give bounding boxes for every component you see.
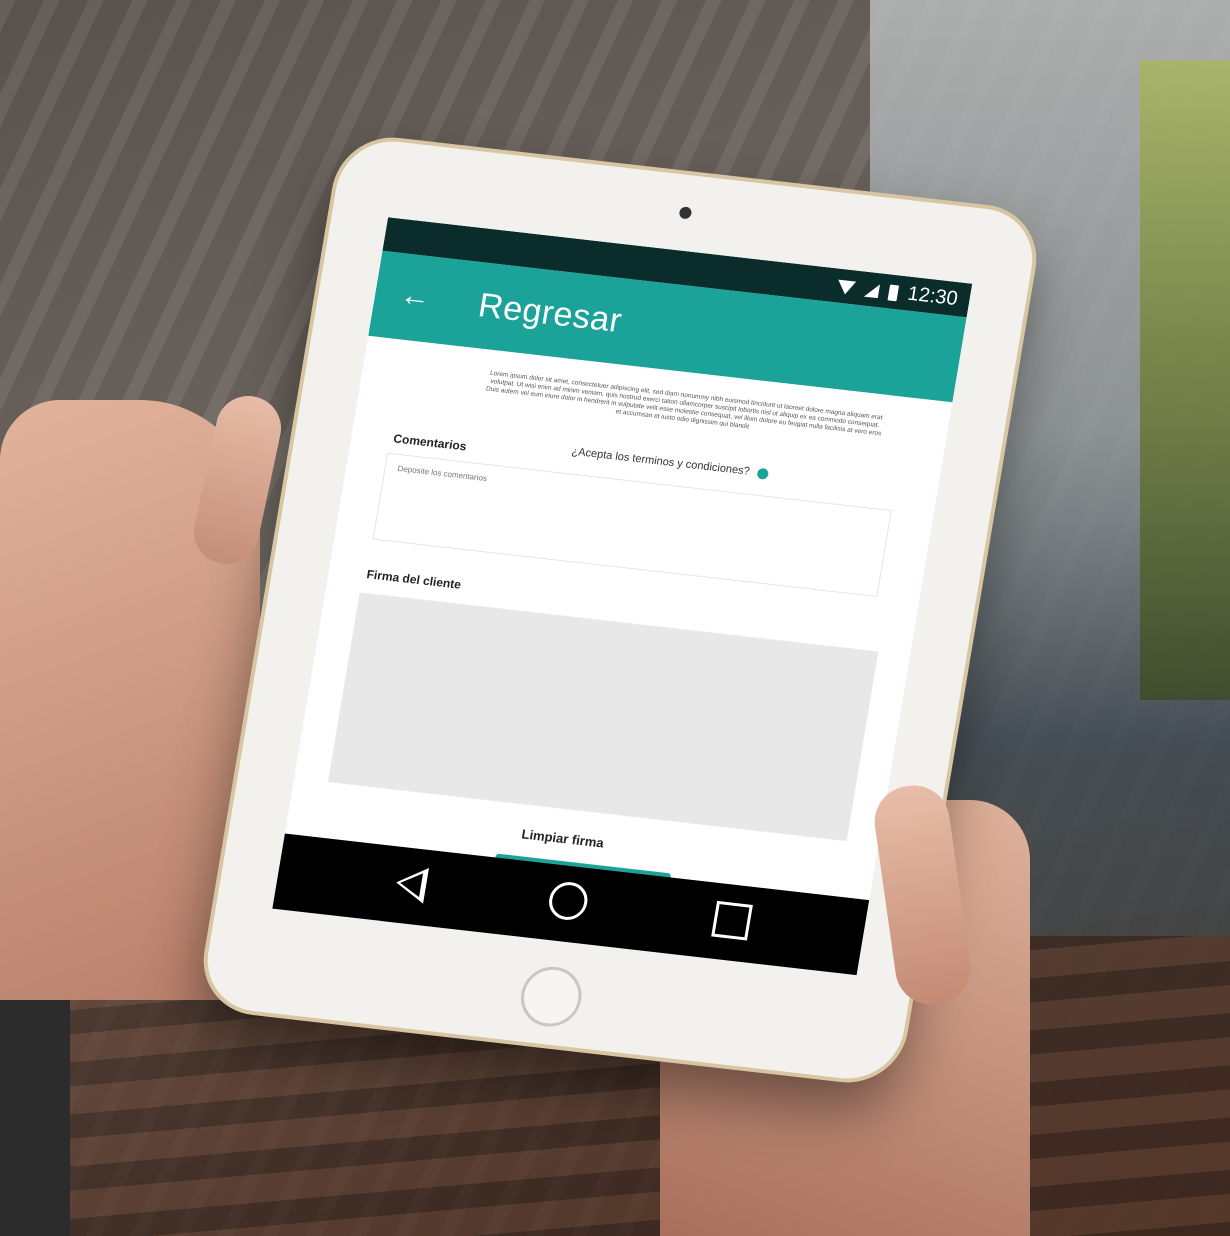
wifi-icon: [836, 279, 857, 295]
clear-signature-button[interactable]: Limpiar firma: [521, 826, 605, 850]
comments-label: Comentarios: [392, 431, 468, 454]
signal-icon: [863, 282, 881, 298]
terms-accept-radio[interactable]: [756, 467, 770, 480]
battery-icon: [887, 283, 900, 301]
recents-square-icon[interactable]: [711, 900, 753, 941]
comments-box[interactable]: [372, 452, 892, 598]
signature-pad[interactable]: [327, 592, 879, 842]
page-title: Regresar: [475, 286, 625, 341]
terms-row: ¿Acepta los terminos y condiciones?: [571, 446, 770, 480]
status-clock: 12:30: [905, 282, 960, 311]
back-triangle-inner: [398, 871, 424, 898]
background-plant: [1140, 60, 1230, 700]
arrow-left-icon[interactable]: ←: [392, 275, 438, 319]
comments-input[interactable]: [394, 462, 878, 529]
home-circle-icon[interactable]: [546, 880, 591, 922]
signature-label: Firma del cliente: [365, 567, 463, 592]
terms-question: ¿Acepta los terminos y condiciones?: [570, 445, 751, 478]
